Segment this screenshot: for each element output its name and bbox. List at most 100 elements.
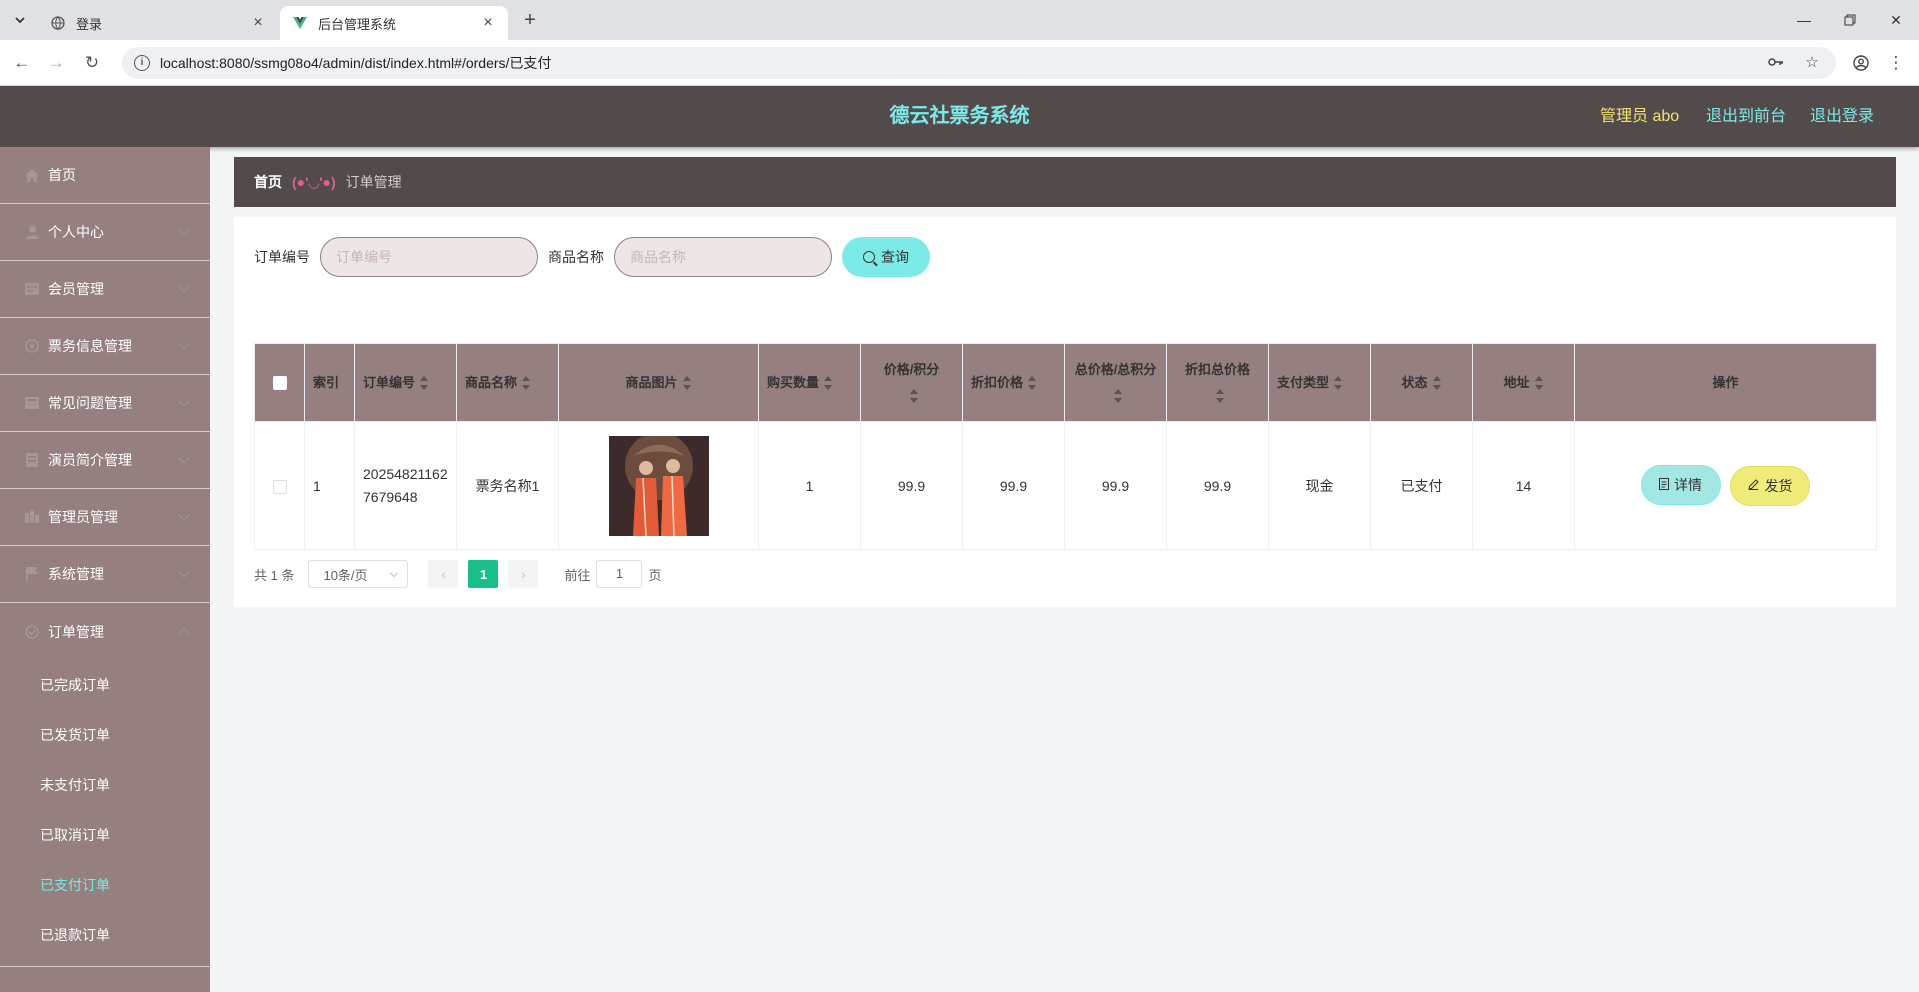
column-header-label: 购买数量 <box>767 374 820 390</box>
sort-icon[interactable] <box>909 389 919 404</box>
tab-title: 后台管理系统 <box>318 16 397 32</box>
detail-button[interactable]: 详情 <box>1640 465 1721 506</box>
logout-link[interactable]: 退出登录 <box>1810 86 1874 147</box>
sidebar-item-label: 订单管理 <box>48 623 104 640</box>
orders-table: 索引 订单编号 商品名称 商品图片 购买数量 价格/积分 折扣价格 总价格/总积… <box>254 343 1877 550</box>
column-header-status[interactable]: 状态 <box>1370 343 1473 422</box>
sort-icon[interactable] <box>1113 389 1123 404</box>
tab-search-button[interactable] <box>8 8 32 32</box>
sort-icon[interactable] <box>1432 376 1442 391</box>
address-bar[interactable]: i localhost:8080/ssmg08o4/admin/dist/ind… <box>122 47 1836 79</box>
sort-icon[interactable] <box>1215 389 1225 404</box>
sidebar-item-tickets[interactable]: 票务信息管理 <box>0 318 210 375</box>
bookmark-star-icon[interactable]: ☆ <box>1802 53 1822 73</box>
sort-icon[interactable] <box>419 376 429 391</box>
sort-icon[interactable] <box>521 376 531 391</box>
sidebar-item-faq[interactable]: 常见问题管理 <box>0 375 210 432</box>
row-checkbox[interactable] <box>272 479 287 494</box>
browser-tab-admin[interactable]: 后台管理系统 × <box>280 6 508 40</box>
sidebar-sub-paid-orders[interactable]: 已支付订单 <box>0 860 210 910</box>
order-icon <box>24 624 40 640</box>
question-icon <box>24 395 40 411</box>
product-thumbnail[interactable] <box>608 435 709 536</box>
site-info-icon[interactable]: i <box>134 55 150 71</box>
column-header-pay-type[interactable]: 支付类型 <box>1268 343 1371 422</box>
sort-icon[interactable] <box>1534 376 1544 391</box>
column-header-label: 总价格/总积分 <box>1074 361 1157 377</box>
breadcrumb-current: 订单管理 <box>345 174 402 190</box>
next-page-button[interactable]: › <box>508 560 539 588</box>
column-header-price[interactable]: 价格/积分 <box>860 343 963 422</box>
chevron-up-icon <box>178 627 190 639</box>
column-header-order-no[interactable]: 订单编号 <box>354 343 457 422</box>
column-header-discount-total[interactable]: 折扣总价格 <box>1166 343 1269 422</box>
sidebar-item-system[interactable]: 系统管理 <box>0 546 210 603</box>
breadcrumb-home[interactable]: 首页 <box>254 172 282 192</box>
select-all-checkbox[interactable] <box>272 376 287 391</box>
password-key-icon[interactable] <box>1766 53 1786 73</box>
table-header-row: 索引 订单编号 商品名称 商品图片 购买数量 价格/积分 折扣价格 总价格/总积… <box>254 343 1877 422</box>
globe-icon <box>50 15 66 31</box>
goto-page-input[interactable]: 1 <box>596 560 643 588</box>
sort-icon[interactable] <box>682 376 692 391</box>
sidebar-item-admins[interactable]: 管理员管理 <box>0 489 210 546</box>
sidebar-item-label: 管理员管理 <box>48 509 118 525</box>
restore-icon[interactable] <box>1838 8 1862 32</box>
user-icon <box>24 224 40 240</box>
profile-icon[interactable] <box>1849 51 1873 75</box>
main-panel: 订单编号 商品名称 查询 索引 订单编号 商品名称 商品图片 购买数量 价格/积… <box>234 217 1896 607</box>
sidebar-item-label: 票务信息管理 <box>48 338 132 354</box>
sidebar-item-members[interactable]: 会员管理 <box>0 261 210 318</box>
sidebar-sub-cancelled-orders[interactable]: 已取消订单 <box>0 810 210 860</box>
close-tab-icon[interactable]: × <box>480 15 496 31</box>
cell-total: 99.9 <box>1064 421 1167 550</box>
member-icon <box>24 281 40 297</box>
browser-tab-login[interactable]: 登录 × <box>38 6 278 40</box>
sidebar-sub-refunded-orders[interactable]: 已退款订单 <box>0 910 210 967</box>
column-header-quantity[interactable]: 购买数量 <box>758 343 861 422</box>
cell-quantity: 1 <box>758 421 861 550</box>
column-header-address[interactable]: 地址 <box>1472 343 1575 422</box>
cell-pay-type: 现金 <box>1268 421 1371 550</box>
close-tab-icon[interactable]: × <box>250 15 266 31</box>
page-number-current[interactable]: 1 <box>468 560 499 588</box>
sidebar-sub-completed-orders[interactable]: 已完成订单 <box>0 660 210 710</box>
back-icon[interactable]: ← <box>10 51 34 75</box>
sidebar-item-label: 演员简介管理 <box>48 452 132 468</box>
column-header-label: 索引 <box>313 374 340 390</box>
close-window-icon[interactable]: ✕ <box>1884 8 1908 32</box>
chevron-down-icon <box>178 395 190 407</box>
exit-to-front-link[interactable]: 退出到前台 <box>1706 86 1786 147</box>
column-header-discount-price[interactable]: 折扣价格 <box>962 343 1065 422</box>
search-button[interactable]: 查询 <box>842 237 930 277</box>
product-name-input[interactable] <box>614 237 832 277</box>
minimize-icon[interactable]: — <box>1792 8 1816 32</box>
current-user: 管理员 abo <box>1600 108 1680 125</box>
column-header-product-image[interactable]: 商品图片 <box>558 343 759 422</box>
sidebar-sub-shipped-orders[interactable]: 已发货订单 <box>0 710 210 760</box>
new-tab-button[interactable]: + <box>518 8 542 32</box>
table-row: 1 202548211627679648 票务名称1 1 99.9 99.9 9… <box>254 421 1877 550</box>
page-size-select[interactable]: 10条/页 <box>308 560 409 588</box>
column-header-total[interactable]: 总价格/总积分 <box>1064 343 1167 422</box>
sidebar-sub-unpaid-orders[interactable]: 未支付订单 <box>0 760 210 810</box>
sort-icon[interactable] <box>1027 376 1037 391</box>
reload-icon[interactable]: ↻ <box>80 51 104 75</box>
sidebar-item-actors[interactable]: 演员简介管理 <box>0 432 210 489</box>
prev-page-button[interactable]: ‹ <box>428 560 459 588</box>
sidebar-item-profile[interactable]: 个人中心 <box>0 204 210 261</box>
sidebar-item-home[interactable]: 首页 <box>0 147 210 204</box>
search-form: 订单编号 商品名称 查询 <box>254 237 930 277</box>
column-header-label: 价格/积分 <box>883 361 940 377</box>
column-header-index: 索引 <box>304 343 355 422</box>
order-no-input[interactable] <box>320 237 538 277</box>
sort-icon[interactable] <box>1333 376 1343 391</box>
tab-title: 登录 <box>76 16 103 32</box>
forward-icon[interactable]: → <box>44 51 68 75</box>
sort-icon[interactable] <box>823 376 833 391</box>
ship-button[interactable]: 发货 <box>1730 465 1811 506</box>
more-menu-icon[interactable]: ⋮ <box>1884 51 1908 75</box>
browser-toolbar: ← → ↻ i localhost:8080/ssmg08o4/admin/di… <box>0 40 1919 86</box>
sidebar-item-orders[interactable]: 订单管理 <box>0 603 210 660</box>
column-header-product-name[interactable]: 商品名称 <box>456 343 559 422</box>
